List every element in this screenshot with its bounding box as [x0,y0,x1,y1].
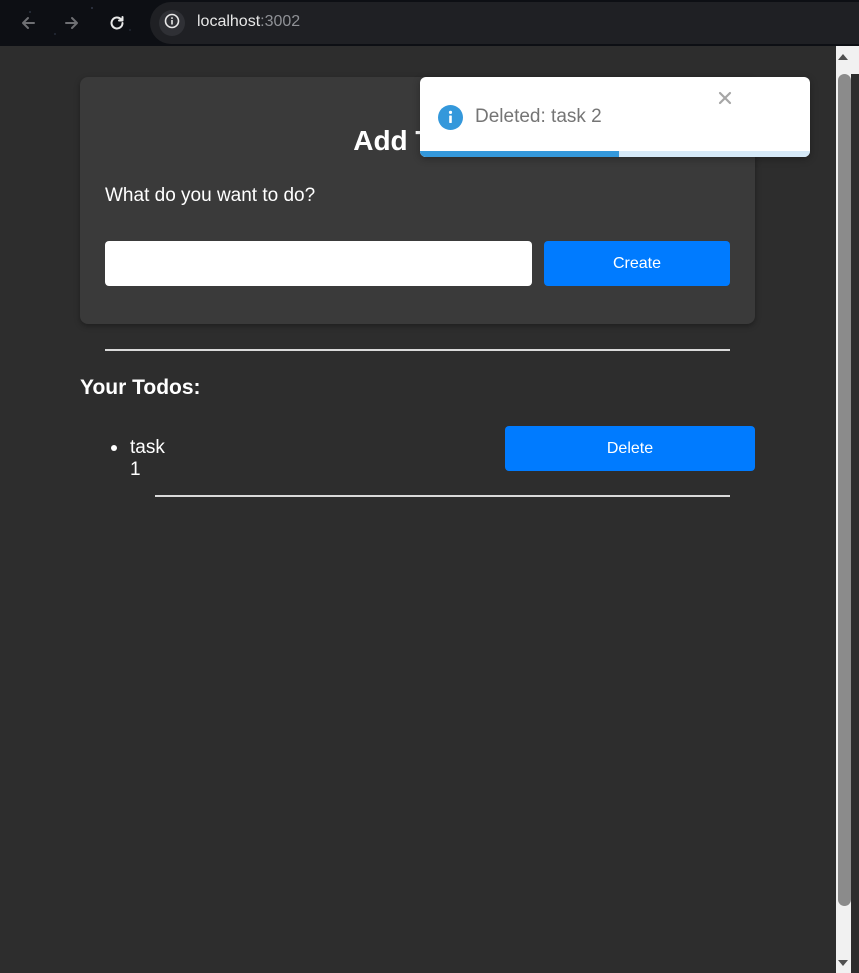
toast-progress-fill [420,151,619,157]
page-edge [851,74,859,973]
todo-input[interactable] [105,241,532,286]
divider [155,495,730,497]
browser-toolbar: localhost:3002 [0,0,859,46]
todo-item-text: task 1 [130,437,165,480]
arrow-right-icon [63,14,81,32]
toast-notification: Deleted: task 2 [420,77,810,157]
forward-button[interactable] [60,11,84,35]
close-icon[interactable] [716,89,734,107]
todo-prompt-label: What do you want to do? [105,185,316,206]
url-port: :3002 [260,13,301,30]
create-button[interactable]: Create [544,241,730,286]
info-icon [164,13,180,34]
divider [105,349,730,351]
scroll-down-icon[interactable] [838,960,848,966]
back-button[interactable] [16,11,40,35]
scrollbar-thumb[interactable] [838,74,851,906]
arrow-left-icon [19,14,37,32]
info-icon [438,105,463,130]
reload-icon [108,14,126,32]
bullet-icon [111,445,117,451]
url-host: localhost [197,13,261,30]
todos-heading: Your Todos: [80,376,201,399]
url-text[interactable]: localhost:3002 [197,12,300,32]
toast-progress-bar [420,151,810,157]
scroll-up-icon[interactable] [838,54,848,60]
reload-button[interactable] [105,11,129,35]
delete-button[interactable]: Delete [505,426,755,471]
site-info-button[interactable] [159,10,185,36]
toast-message: Deleted: task 2 [475,106,602,127]
